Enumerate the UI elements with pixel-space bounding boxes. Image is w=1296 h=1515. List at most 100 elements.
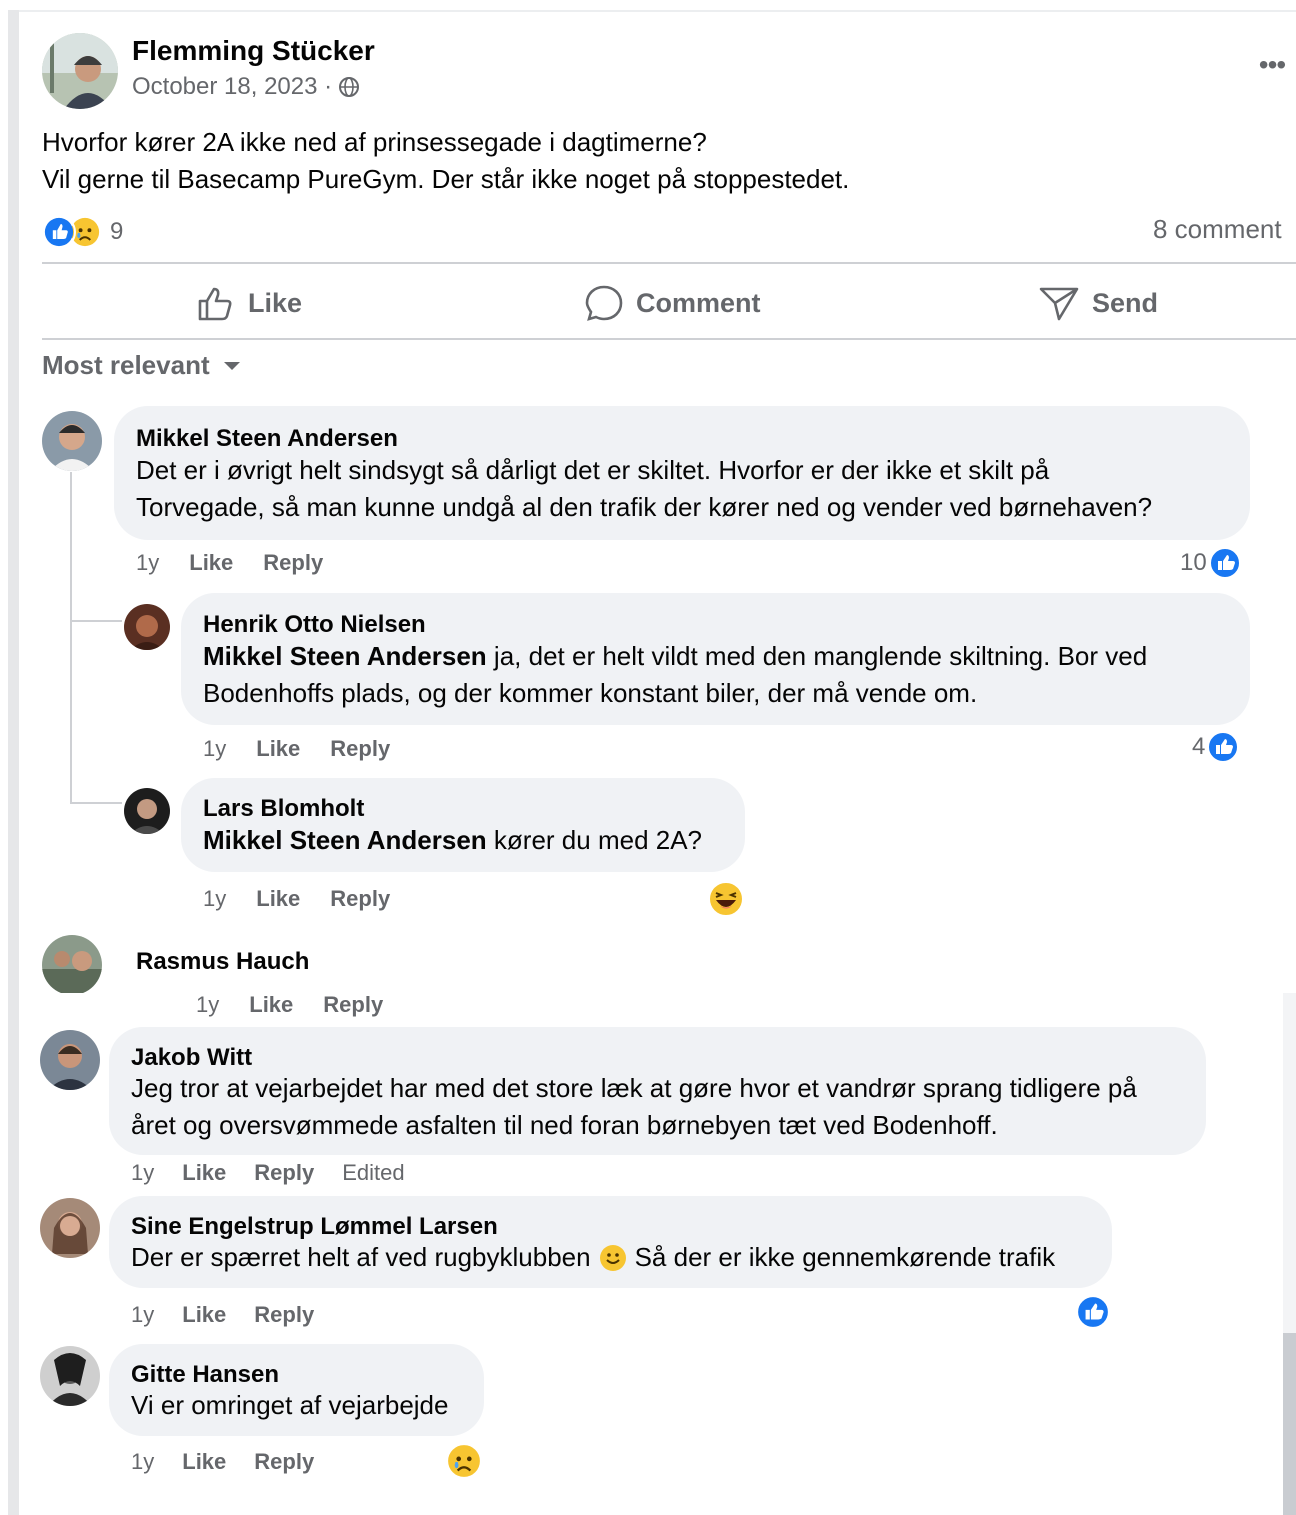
thread-line [70,472,72,802]
window-edge-top [19,10,1296,12]
comment-actions: 1y Like Reply [203,886,390,912]
comment-bubble-icon [585,285,623,321]
comment-text-line: Mikkel Steen Andersen ja, det er helt vi… [203,638,1147,675]
commenter-name[interactable]: Rasmus Hauch [136,948,309,976]
comment-label: Comment [636,287,761,318]
caret-down-icon [223,361,240,370]
comment-like-button[interactable]: Like [189,550,233,576]
comment-reply-button[interactable]: Reply [254,1302,314,1328]
comment-time[interactable]: 1y [131,1449,154,1475]
comment-text: Jeg tror at vejarbejdet har med det stor… [131,1070,1137,1144]
commenter-avatar[interactable] [40,1346,100,1406]
commenter-name[interactable]: Mikkel Steen Andersen [136,425,398,453]
comment-reactions[interactable]: 10 [1180,547,1241,579]
commenter-name[interactable]: Henrik Otto Nielsen [203,611,426,639]
audience-globe-icon[interactable] [338,76,360,98]
divider [42,262,1296,264]
reactions-summary[interactable]: 9 [42,214,123,250]
send-label: Send [1092,287,1159,318]
comment-reactions[interactable]: 4 [1192,731,1240,763]
post-author-name[interactable]: Flemming Stücker [132,35,375,67]
like-outline-icon [198,287,232,321]
comment-text: Der er spærret helt af ved rugbyklubben … [131,1239,1055,1276]
comment-reply-button[interactable]: Reply [330,736,390,762]
comment-reply-button[interactable]: Reply [330,886,390,912]
haha-icon[interactable] [707,880,745,918]
comment-reply-button[interactable]: Reply [254,1160,314,1186]
post-date-text[interactable]: October 18, 2023 · [132,73,332,101]
commenter-name[interactable]: Lars Blomholt [203,795,364,823]
comment-actions: 1y Like Reply [203,736,390,762]
post-text-line: Hvorfor kører 2A ikke ned af prinsessega… [42,127,707,157]
comment-reply-button[interactable]: Reply [263,550,323,576]
comment-sort-dropdown[interactable]: Most relevant [42,350,242,381]
comment-text-line: året og oversvømmede asfalten til ned fo… [131,1110,998,1140]
mention-link[interactable]: Mikkel Steen Andersen [203,825,487,855]
comment-like-button[interactable]: Like [182,1160,226,1186]
post-date: October 18, 2023 · [132,73,360,101]
comment-like-button[interactable]: Like [182,1302,226,1328]
comment-actions: 1y Like Reply Edited [131,1160,405,1186]
comment-text-fragment: Der er spærret helt af ved rugbyklubben [131,1242,591,1272]
comment-text: Mikkel Steen Andersen kører du med 2A? [203,822,702,859]
like-icon [1208,547,1241,579]
comment-text-line: Det er i øvrigt helt sindsygt så dårligt… [136,455,1050,485]
comment-text-line: Mikkel Steen Andersen kører du med 2A? [203,822,702,859]
comment-actions: 1y Like Reply [196,993,383,1018]
edited-label[interactable]: Edited [342,1160,404,1186]
mention-link[interactable]: Mikkel Steen Andersen [203,641,487,671]
sad-icon[interactable] [446,1443,482,1479]
comment-button[interactable]: Comment [584,278,761,328]
commenter-name[interactable]: Jakob Witt [131,1044,252,1072]
comments-panel: 1y Like Reply Jakob Witt Jeg tror at vej… [0,993,1296,1515]
comment-like-button[interactable]: Like [256,886,300,912]
commenter-avatar[interactable] [42,411,102,471]
like-label: Like [248,287,303,318]
commenter-avatar[interactable] [124,788,170,834]
sort-label: Most relevant [42,350,210,380]
commenter-avatar[interactable] [124,604,170,650]
comment-actions: 1y Like Reply [136,550,323,576]
comment-time[interactable]: 1y [196,993,219,1018]
post-text: Hvorfor kører 2A ikke ned af prinsessega… [42,124,849,198]
send-button[interactable]: Send [1038,278,1158,328]
comment-text-line: Vi er omringet af vejarbejde [131,1390,449,1420]
comment-text-fragment: kører du med 2A? [486,825,703,855]
comment-time[interactable]: 1y [131,1302,154,1328]
thread-branch [70,802,122,804]
like-icon[interactable] [1076,1295,1110,1329]
send-icon [1039,287,1079,321]
thread-branch [70,620,122,622]
comment-reply-button[interactable]: Reply [254,1449,314,1475]
commenter-name[interactable]: Sine Engelstrup Lømmel Larsen [131,1213,498,1241]
comment-time[interactable]: 1y [203,736,226,762]
more-options-icon[interactable]: ••• [1252,50,1292,80]
comment-actions: 1y Like Reply [131,1449,314,1475]
commenter-name[interactable]: Gitte Hansen [131,1361,279,1389]
post-author-avatar[interactable] [42,33,118,109]
comment-text: Det er i øvrigt helt sindsygt så dårligt… [136,452,1152,526]
comment-time[interactable]: 1y [203,886,226,912]
comment-time[interactable]: 1y [131,1160,154,1186]
comment-text-line: Der er spærret helt af ved rugbyklubben … [131,1239,1055,1276]
scrollbar-thumb[interactable] [1283,1333,1296,1515]
like-icon [42,215,76,249]
comment-like-button[interactable]: Like [182,1449,226,1475]
comment-like-count: 4 [1192,733,1206,760]
like-icon [1207,731,1240,763]
post-text-line: Vil gerne til Basecamp PureGym. Der står… [42,164,850,194]
comment-count[interactable]: 8 comment [1153,214,1282,245]
commenter-avatar[interactable] [40,1198,100,1258]
comment-text-line: Torvegade, så man kunne undgå al den tra… [136,492,1153,522]
comment-like-button[interactable]: Like [256,736,300,762]
post-panel: Flemming Stücker October 18, 2023 · ••• … [0,0,1296,993]
comment-like-button[interactable]: Like [249,993,293,1018]
like-button[interactable]: Like [196,278,302,328]
comment-text-line: Bodenhoffs plads, og der kommer konstant… [203,678,978,708]
comment-reply-button[interactable]: Reply [323,993,383,1018]
commenter-avatar[interactable] [42,935,102,993]
comment-text-fragment: Så der er ikke gennemkørende trafik [634,1242,1056,1272]
window-edge [8,993,19,1515]
comment-time[interactable]: 1y [136,550,159,576]
commenter-avatar[interactable] [40,1030,100,1090]
